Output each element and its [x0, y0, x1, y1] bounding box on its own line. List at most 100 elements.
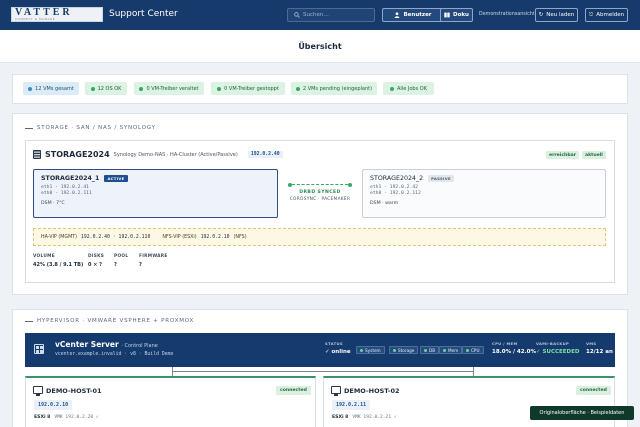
reachable-badge: erreichbar [546, 151, 579, 159]
brand-logo[interactable]: VATTER CONNECT & MANAGE [11, 7, 103, 22]
status-dot-icon [360, 348, 363, 352]
status-dot-icon [443, 348, 446, 352]
vcenter-subtitle: vcenter.example.invalid · v8 · Build Dem… [55, 352, 174, 357]
current-badge: aktuell [582, 151, 606, 159]
host-status-badge: connected [576, 386, 611, 395]
storage-title-row: STORAGE2024 Synology Demo-NAS · HA-Clust… [33, 150, 283, 159]
storage-ip-badge: 192.0.2.40 [247, 151, 283, 158]
health-chip-storage[interactable]: Storage [389, 346, 419, 354]
user-icon [395, 12, 400, 18]
connector-line [172, 371, 474, 372]
book-icon [444, 12, 450, 18]
stat-disks-label: DISKS [88, 254, 105, 259]
divider [25, 320, 33, 322]
demo-mode-label: Demonstrationsansicht [479, 12, 535, 17]
host-ip: 192.0.2.10 [34, 400, 73, 410]
user-button[interactable]: Benutzer [382, 8, 444, 22]
server-rack-icon [33, 150, 41, 159]
sync-line [292, 184, 348, 185]
storage-node-passive[interactable]: STORAGE2024_2 PASSIVE eth1 · 192.0.2.42 … [362, 169, 606, 218]
vmk-address: VMK 192.0.2.21 ✓ [352, 415, 397, 420]
stat-pool-value: ? [114, 262, 117, 268]
storage-description: Synology Demo-NAS · HA-Cluster (Active/P… [113, 151, 238, 158]
nfs-vip-note: (NFS) [233, 234, 247, 240]
host-status-badge: connected [276, 386, 311, 395]
passive-tag: PASSIVE [428, 175, 454, 182]
summary-pill-driver-stopped[interactable]: 0 VM-Treiber gestoppt [211, 82, 285, 95]
summary-pill-vms-total[interactable]: 12 VMs gesamt [23, 82, 79, 95]
vip-bar: HA-VIP (MGMT) 192.0.2.40 · 192.0.2.110 N… [33, 228, 606, 246]
vcenter-title-sub: · Control Plane [121, 343, 158, 349]
vmk-address: VMK 192.0.2.20 ✓ [54, 415, 99, 420]
node-name: STORAGE2024_1 [41, 175, 100, 182]
nfs-vip-value: 192.0.2.10 [200, 234, 230, 240]
storage-section-title: STORAGE · SAN / NAS / SYNOLOGY [25, 125, 156, 131]
health-chip-system[interactable]: System [356, 346, 385, 354]
summary-pill-driver-outdated[interactable]: 0 VM-Treiber veraltet [134, 82, 204, 95]
page-header: Übersicht [0, 30, 640, 63]
vcenter-vms-value: 12/12 an [586, 349, 613, 355]
host-esxi: ESXi 8 VMK 192.0.2.21 ✓ [332, 415, 397, 420]
vcenter-title: vCenter Server [55, 340, 119, 349]
node-name: STORAGE2024_2 [370, 175, 424, 182]
logout-icon: ⎋ [588, 11, 594, 18]
sync-dot-icon [348, 182, 352, 187]
nfs-vip-label: NFS-VIP (ESXi) [162, 234, 197, 240]
status-dot-icon [28, 86, 33, 91]
vcenter-status-label: STATUS [325, 341, 343, 346]
divider [25, 127, 33, 129]
host-name: DEMO-HOST-02 [344, 387, 400, 395]
logo-wordmark: VATTER [15, 7, 73, 18]
search-input[interactable]: Suchen… [287, 8, 375, 22]
user-button-label: Benutzer [403, 12, 432, 18]
status-dot-icon [295, 86, 300, 91]
vcenter-grid-icon [34, 344, 44, 354]
reload-button[interactable]: ↻ Neu laden [535, 8, 578, 22]
node-eth0: eth0 · 192.0.2.112 [370, 191, 421, 196]
connector-line [473, 367, 474, 376]
esxi-version: ESXi 8 [34, 415, 51, 420]
stat-volume-value: 42% (3.8 / 9.1 TB) [33, 262, 84, 268]
summary-pill-vms-pending[interactable]: 2 VMs pending (eingeplant) [291, 82, 377, 95]
vcenter-status-value: ✓ online [325, 349, 351, 355]
page-title: Übersicht [298, 41, 342, 51]
docs-button[interactable]: Doku [440, 8, 473, 22]
vcenter-card[interactable]: vCenter Server · Control Plane vcenter.e… [25, 333, 615, 367]
storage-name: STORAGE2024 [45, 150, 110, 159]
top-navbar: VATTER CONNECT & MANAGE Support Center S… [0, 0, 640, 30]
hypervisor-section-title: HYPERVISOR · VMWARE VSPHERE + PROXMOX [25, 318, 194, 324]
node-eth1: eth1 · 192.0.2.42 [370, 185, 418, 190]
sync-link [288, 182, 352, 187]
summary-pill-jobs-ok[interactable]: Alle Jobs OK [383, 82, 434, 95]
health-chip-cpu[interactable]: CPU [462, 346, 484, 354]
host-name: DEMO-HOST-01 [46, 387, 102, 395]
stat-firmware-value: ? [139, 262, 142, 268]
host-card[interactable]: DEMO-HOST-01 connected 192.0.2.10 ESXi 8… [25, 376, 316, 427]
status-dot-icon [424, 348, 427, 352]
health-chip-mem[interactable]: Mem [439, 346, 463, 354]
active-tag: ACTIVE [104, 175, 128, 182]
monitor-icon [331, 386, 341, 396]
vcenter-vms-label: VMS [586, 341, 597, 346]
monitor-icon [33, 386, 43, 396]
stat-pool-label: POOL [114, 254, 129, 259]
reload-button-label: Neu laden [546, 12, 575, 18]
sync-status: DRBD SYNCED [299, 190, 341, 195]
health-chip-db[interactable]: DB [420, 346, 440, 354]
logout-button-label: Abmelden [596, 12, 625, 18]
logout-button[interactable]: ⎋ Abmelden [585, 8, 628, 22]
toast-notification[interactable]: Originaloberfläche · Beispieldaten [530, 406, 634, 420]
node-eth1: eth1 · 192.0.2.41 [41, 185, 89, 190]
ha-vip-value: 192.0.2.40 · 192.0.2.110 [81, 234, 151, 240]
status-dot-icon [393, 348, 396, 352]
search-icon [294, 12, 300, 18]
status-dot-icon [90, 86, 95, 91]
summary-pill-os-ok[interactable]: 12 OS OK [85, 82, 127, 95]
logo-tagline: CONNECT & MANAGE [15, 17, 56, 21]
node-eth0: eth0 · 192.0.2.111 [41, 191, 92, 196]
storage-node-active[interactable]: STORAGE2024_1 ACTIVE eth1 · 192.0.2.41 e… [33, 169, 278, 218]
stat-volume-label: VOLUME [33, 254, 55, 259]
node-dsm: DSM · warm [370, 201, 399, 206]
ha-vip-label: HA-VIP (MGMT) [41, 234, 78, 240]
host-esxi: ESXi 8 VMK 192.0.2.20 ✓ [34, 415, 99, 420]
